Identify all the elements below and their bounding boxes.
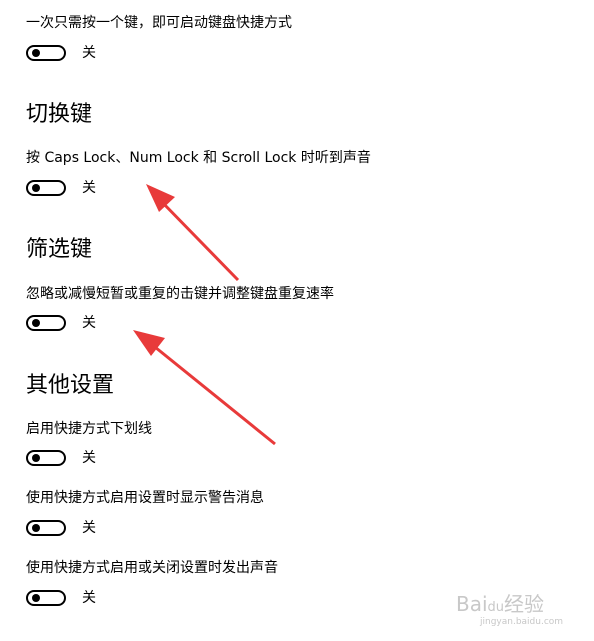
underline-shortcuts-label: 启用快捷方式下划线 <box>26 421 152 437</box>
sound-on-toggle-label: 使用快捷方式启用或关闭设置时发出声音 <box>26 560 278 576</box>
warning-message-label: 使用快捷方式启用设置时显示警告消息 <box>26 490 264 506</box>
sticky-keys-shortcut-state: 关 <box>82 45 96 61</box>
toggle-knob <box>32 49 40 57</box>
sound-on-toggle-state: 关 <box>82 590 96 606</box>
watermark-brand: Bai <box>456 592 488 616</box>
underline-shortcuts-toggle[interactable] <box>26 450 66 466</box>
watermark-suffix: 经验 <box>504 592 545 616</box>
watermark-url: jingyan.baidu.com <box>480 617 564 627</box>
sound-on-toggle-toggle[interactable] <box>26 590 66 606</box>
filter-keys-label: 忽略或减慢短暂或重复的击键并调整键盘重复速率 <box>26 286 334 302</box>
sticky-keys-shortcut-toggle[interactable] <box>26 45 66 61</box>
toggle-keys-toggle[interactable] <box>26 180 66 196</box>
filter-keys-state: 关 <box>82 315 96 331</box>
arrow-filter-keys <box>133 330 276 446</box>
filter-keys-toggle[interactable] <box>26 315 66 331</box>
watermark-paw: du <box>487 600 505 615</box>
arrow-toggle-keys <box>146 184 240 282</box>
toggle-knob <box>32 594 40 602</box>
underline-shortcuts-state: 关 <box>82 450 96 466</box>
toggle-keys-label: 按 Caps Lock、Num Lock 和 Scroll Lock 时听到声音 <box>26 150 371 166</box>
warning-message-toggle[interactable] <box>26 520 66 536</box>
toggle-knob <box>32 454 40 462</box>
toggle-keys-heading: 切换键 <box>26 102 93 127</box>
toggle-knob <box>32 524 40 532</box>
other-settings-heading: 其他设置 <box>26 373 115 398</box>
sticky-keys-shortcut-label: 一次只需按一个键，即可启动键盘快捷方式 <box>26 15 292 31</box>
toggle-keys-state: 关 <box>82 180 96 196</box>
toggle-knob <box>32 319 40 327</box>
warning-message-state: 关 <box>82 520 96 536</box>
filter-keys-heading: 筛选键 <box>26 237 93 262</box>
toggle-knob <box>32 184 40 192</box>
baidu-watermark: Baidu经验 jingyan.baidu.com <box>456 588 563 627</box>
